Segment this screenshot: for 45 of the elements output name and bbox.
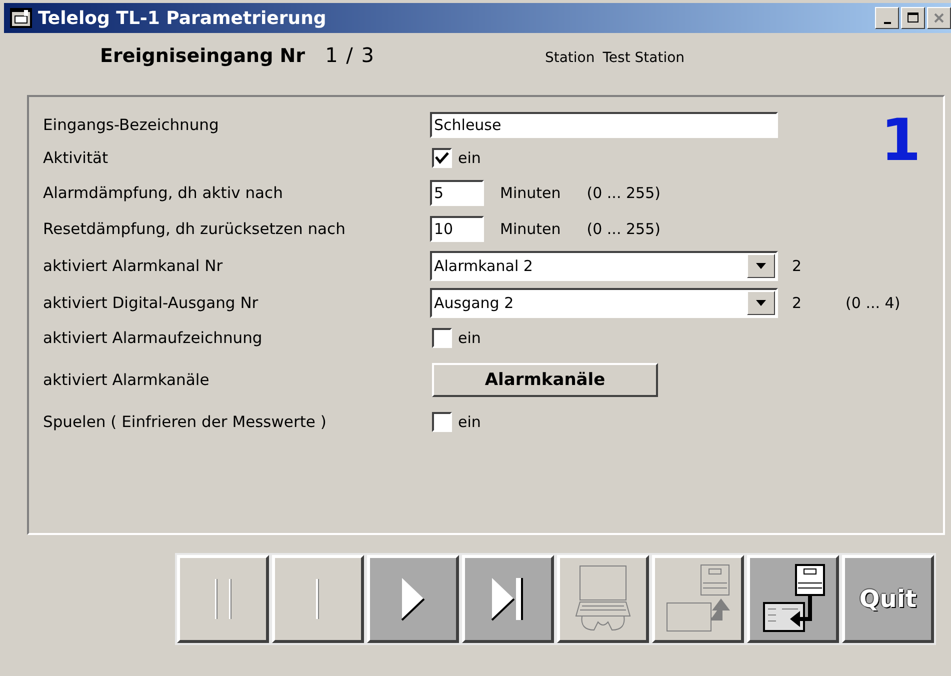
- checkbox-label: ein: [458, 149, 481, 167]
- field-label: Alarmdämpfung, dh aktiv nach: [43, 184, 284, 202]
- window-title: Telelog TL-1 Parametrierung: [38, 8, 326, 28]
- caret-icon: [747, 290, 775, 314]
- field-label: Eingangs-Bezeichnung: [43, 116, 220, 134]
- maximize-icon: [906, 12, 920, 24]
- download-button[interactable]: [747, 555, 839, 643]
- record-index: 1 / 3: [325, 43, 375, 67]
- next-button[interactable]: [367, 555, 459, 643]
- field-label: aktiviert Alarmaufzeichnung: [43, 329, 264, 347]
- checkbox[interactable]: [432, 412, 452, 432]
- station-label: Station: [544, 50, 595, 66]
- unit-label: Minuten: [500, 220, 561, 238]
- range-label: (0 ... 255): [586, 184, 660, 202]
- checkbox[interactable]: [432, 148, 452, 168]
- checkbox-label: ein: [458, 413, 481, 431]
- channel-number: 1: [880, 111, 921, 169]
- minutes-field[interactable]: 5: [430, 180, 484, 206]
- maximize-button[interactable]: [901, 7, 925, 29]
- checkbox[interactable]: [432, 328, 452, 348]
- station-name: Test Station: [602, 50, 685, 66]
- number-label: 2: [792, 294, 802, 312]
- alarm-channels-button[interactable]: Alarmkanäle: [432, 363, 658, 397]
- minimize-button[interactable]: [875, 7, 899, 29]
- range-label: (0 ... 255): [586, 220, 660, 238]
- dropdown[interactable]: Ausgang 2: [430, 288, 778, 318]
- minutes-field[interactable]: 10: [430, 216, 484, 242]
- number-label: 2: [792, 256, 802, 274]
- range-label: (0 ... 4): [846, 294, 900, 312]
- minimize-icon: [884, 22, 890, 24]
- checkbox-label: ein: [458, 329, 481, 347]
- name-field[interactable]: Schleuse: [430, 112, 778, 138]
- caret-icon: [747, 254, 775, 278]
- dropdown[interactable]: Alarmkanal 2: [430, 250, 778, 280]
- close-icon: [932, 12, 946, 24]
- field-label: Resetdämpfung, dh zurücksetzen nach: [43, 220, 346, 238]
- record-label: Ereigniseingang Nr: [100, 45, 306, 67]
- unit-label: Minuten: [500, 184, 561, 202]
- last-button[interactable]: [462, 555, 554, 643]
- app-icon: [10, 8, 32, 28]
- field-label: Spuelen ( Einfrieren der Messwerte ): [43, 413, 328, 431]
- field-label: aktiviert Alarmkanal Nr: [43, 256, 224, 274]
- field-label: Aktivität: [43, 149, 110, 167]
- field-label: aktiviert Alarmkanäle: [43, 371, 210, 389]
- field-label: aktiviert Digital-Ausgang Nr: [43, 294, 260, 312]
